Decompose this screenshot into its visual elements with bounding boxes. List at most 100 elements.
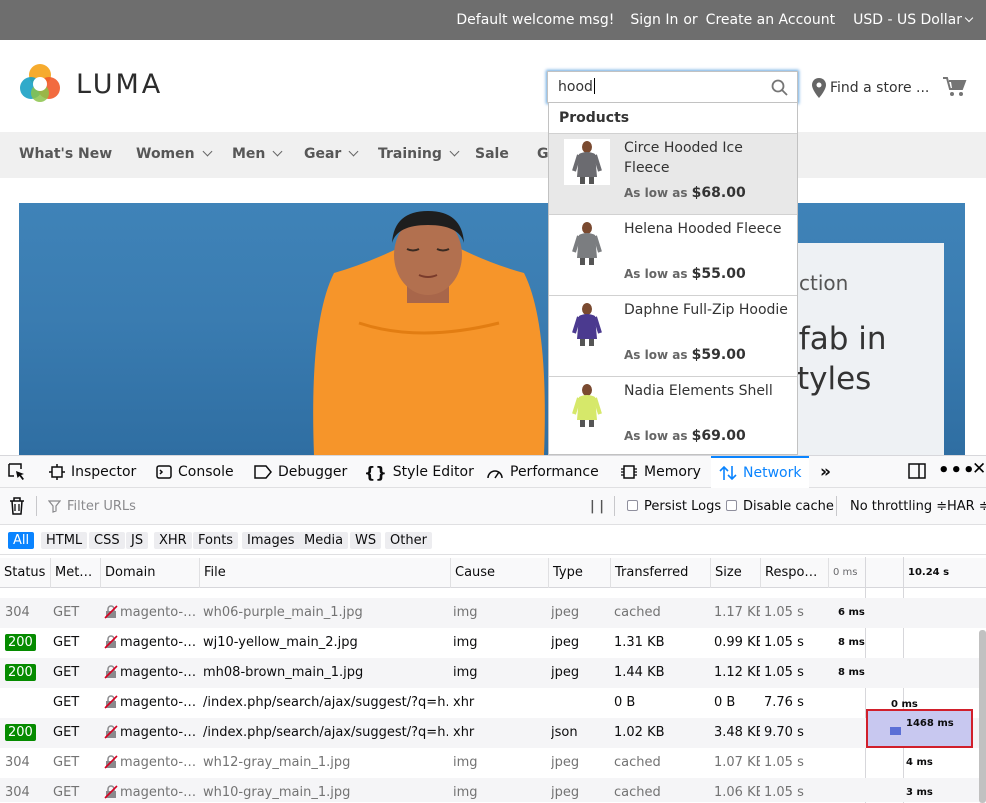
column-response[interactable]: Respo…: [760, 558, 828, 588]
nav-item-label: What's New: [19, 146, 113, 162]
nav-item-label: Women: [136, 146, 195, 162]
cell-method: GET: [53, 725, 80, 740]
table-row[interactable]: 200 GET magento-… mh08-brown_main_1.jpg img j…: [0, 658, 986, 688]
waterfall-timing: 8 ms: [838, 637, 865, 648]
cart-icon[interactable]: [943, 76, 967, 98]
tab-memory[interactable]: Memory: [620, 456, 701, 488]
inspector-icon: [49, 464, 65, 480]
column-method[interactable]: Met…: [50, 558, 100, 588]
more-options-icon[interactable]: •••: [938, 460, 976, 481]
table-row[interactable]: 304 GET magento-… wh10-gray_main_1.jpg img jp…: [0, 778, 986, 802]
column-transferred[interactable]: Transferred: [610, 558, 710, 588]
devtools-tab-bar: Inspector Console Debugger {} Style Edito…: [0, 456, 986, 488]
currency-switcher[interactable]: USD - US Dollar: [853, 12, 974, 28]
price-value: $69.00: [691, 428, 746, 444]
search-icon[interactable]: [771, 79, 788, 96]
checkbox-icon: [627, 500, 638, 511]
waterfall-timing: 8 ms: [838, 667, 865, 678]
nav-item-sale[interactable]: Sale: [475, 146, 509, 162]
column-cause[interactable]: Cause: [450, 558, 548, 588]
throttling-select[interactable]: No throttling ≑: [850, 499, 947, 514]
filter-other-button[interactable]: Other: [385, 532, 432, 549]
map-pin-icon: [812, 78, 826, 98]
table-row[interactable]: 304 GET magento-… wh12-gray_main_1.jpg img jp…: [0, 748, 986, 778]
autocomplete-product-item[interactable]: Helena Hooded Fleece As low as $55.00: [549, 214, 797, 295]
table-row[interactable]: 200 GET magento-… /index.php/search/ajax/su…: [0, 718, 986, 748]
close-icon[interactable]: ✕: [972, 459, 986, 479]
product-price: As low as $59.00: [624, 347, 746, 363]
more-tabs-icon[interactable]: »: [820, 456, 831, 488]
waterfall-timing: 4 ms: [906, 757, 933, 768]
table-row[interactable]: 304 GET magento-… wh06-purple_main_1.jpg img…: [0, 598, 986, 628]
currency-label: USD - US Dollar: [853, 12, 962, 28]
pick-element-button[interactable]: [8, 456, 26, 488]
cell-cause: xhr: [453, 695, 475, 710]
column-file[interactable]: File: [199, 558, 450, 588]
persist-logs-checkbox[interactable]: Persist Logs: [627, 499, 721, 514]
filter-js-button[interactable]: JS: [126, 532, 149, 549]
trash-icon[interactable]: [9, 497, 25, 515]
waterfall-timing: 6 ms: [838, 607, 865, 618]
tab-console[interactable]: Console: [156, 456, 234, 488]
find-store-link[interactable]: Find a store ...: [812, 78, 929, 98]
cell-response: 9.70 s: [764, 725, 804, 740]
luma-logo[interactable]: LUMA: [18, 62, 163, 106]
tab-performance[interactable]: Performance: [486, 456, 599, 488]
as-low-as-label: As low as: [624, 186, 688, 200]
har-menu[interactable]: HAR ≑: [947, 499, 986, 514]
nav-item-training[interactable]: Training: [378, 146, 460, 162]
sign-in-link[interactable]: Sign In: [630, 12, 678, 28]
filter-all-button[interactable]: All: [8, 532, 35, 549]
hero-banner[interactable]: ction k fab in tyles: [19, 203, 965, 455]
table-row[interactable]: 200 GET magento-… wj10-yellow_main_2.jpg img…: [0, 628, 986, 658]
autocomplete-product-item[interactable]: Nadia Elements Shell As low as $69.00: [549, 376, 797, 454]
cell-file: /index.php/search/ajax/suggest/?q=h…: [203, 695, 448, 710]
tab-network[interactable]: Network: [711, 456, 810, 488]
product-name: Nadia Elements Shell: [624, 383, 773, 399]
column-domain[interactable]: Domain: [100, 558, 199, 588]
cell-domain: magento-…: [104, 688, 198, 718]
tab-inspector[interactable]: Inspector: [49, 456, 136, 488]
insecure-lock-icon: [104, 665, 118, 679]
column-size[interactable]: Size: [710, 558, 760, 588]
tab-style-editor[interactable]: {} Style Editor: [364, 456, 474, 488]
table-row[interactable]: GET magento-… /index.php/search/ajax/sugge…: [0, 688, 986, 718]
nav-item-whats-new[interactable]: What's New: [19, 146, 112, 162]
scrollbar[interactable]: [979, 630, 986, 803]
chevron-down-icon: [272, 146, 283, 157]
filter-xhr-button[interactable]: XHR: [154, 532, 192, 549]
create-account-link[interactable]: Create an Account: [706, 12, 835, 28]
autocomplete-product-item[interactable]: Daphne Full-Zip Hoodie As low as $59.00: [549, 295, 797, 376]
nav-item-label: G: [537, 146, 549, 162]
nav-item-women[interactable]: Women: [136, 146, 213, 162]
nav-item-gear[interactable]: Gear: [304, 146, 359, 162]
cell-status: 304: [5, 748, 49, 778]
filter-urls-input[interactable]: Filter URLs: [48, 499, 136, 514]
column-status[interactable]: Status: [0, 558, 50, 588]
filter-html-button[interactable]: HTML: [41, 532, 88, 549]
nav-item-gear-truncated[interactable]: G: [537, 146, 549, 162]
cell-size: 0 B: [714, 695, 736, 710]
dock-side-icon[interactable]: [908, 462, 926, 480]
autocomplete-product-item[interactable]: Circe Hooded Ice Fleece As low as $68.00: [549, 133, 797, 214]
cell-file: /index.php/search/ajax/suggest/?q=h…: [203, 725, 448, 740]
tab-debugger[interactable]: Debugger: [254, 456, 347, 488]
filter-css-button[interactable]: CSS: [89, 532, 125, 549]
filter-media-button[interactable]: Media: [299, 532, 349, 549]
insecure-lock-icon: [104, 695, 118, 709]
filter-fonts-button[interactable]: Fonts: [193, 532, 239, 549]
search-autocomplete: Products Circe Hooded Ice Fleece As low a…: [548, 102, 798, 455]
search-input[interactable]: hood: [547, 71, 798, 103]
disable-cache-checkbox[interactable]: Disable cache: [726, 499, 834, 514]
filter-images-button[interactable]: Images: [242, 532, 300, 549]
style-editor-icon: {}: [364, 462, 387, 482]
cell-status: 200: [5, 628, 49, 658]
search-input-value: hood: [558, 79, 593, 95]
nav-item-men[interactable]: Men: [232, 146, 283, 162]
insecure-lock-icon: [104, 755, 118, 769]
cell-response: 7.76 s: [764, 695, 804, 710]
tab-inspector-label: Inspector: [71, 464, 137, 480]
pause-icon[interactable]: | |: [590, 499, 604, 514]
filter-ws-button[interactable]: WS: [350, 532, 382, 549]
column-type[interactable]: Type: [548, 558, 610, 588]
